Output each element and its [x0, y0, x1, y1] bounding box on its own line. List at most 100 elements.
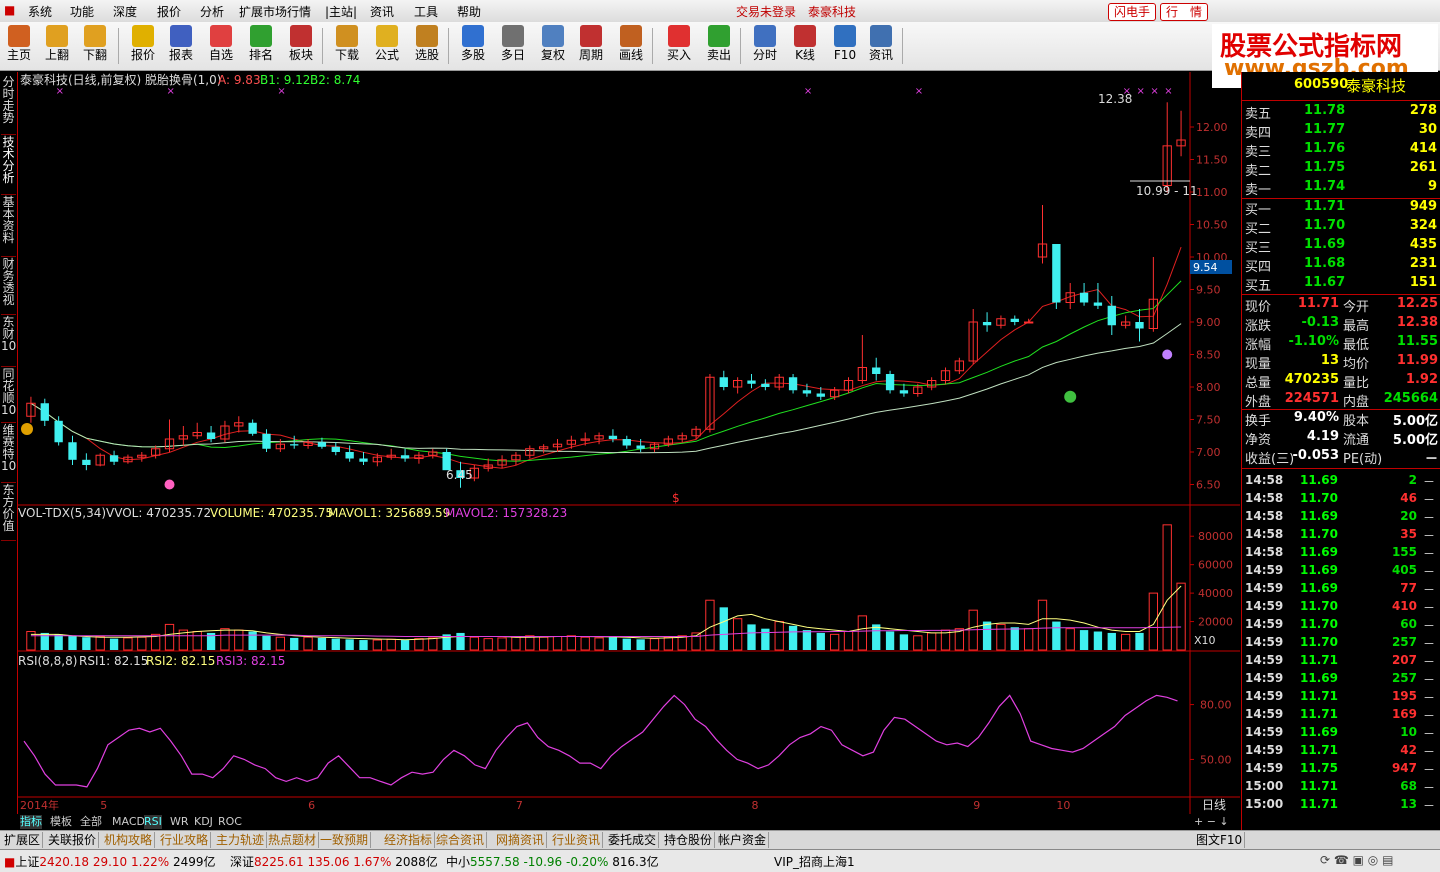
- chart-svg[interactable]: 6.507.007.508.008.509.009.5010.0010.5011…: [18, 72, 1240, 814]
- volume-bar: [829, 633, 840, 651]
- sz-index[interactable]: 深证8225.61 135.06 1.67% 2088亿: [230, 853, 438, 870]
- ask-row-2[interactable]: 卖三 11.76 414: [1242, 140, 1440, 160]
- function-tab-5[interactable]: 热点题材: [266, 832, 320, 848]
- ask-row-4[interactable]: 卖一 11.74 9: [1242, 178, 1440, 198]
- vip-server[interactable]: VIP_招商上海1: [774, 853, 855, 870]
- toolbar-button-5[interactable]: 自选: [202, 24, 240, 68]
- function-tab-0[interactable]: 扩展区: [2, 832, 44, 848]
- left-tab-1[interactable]: 技术分析: [1, 136, 16, 195]
- toolbar-button-18[interactable]: 分时: [746, 24, 784, 68]
- toolbar-button-8[interactable]: 下载: [328, 24, 366, 68]
- left-tab-7[interactable]: 东方价值: [1, 484, 16, 541]
- bid-row-0[interactable]: 买一 11.71 949: [1242, 198, 1440, 218]
- tick-row: 14:59 11.70 257 －: [1242, 634, 1440, 652]
- menu-item-9[interactable]: 帮助: [457, 3, 481, 20]
- function-tab-8[interactable]: 综合资讯: [434, 832, 488, 848]
- menu-item-2[interactable]: 深度: [113, 3, 137, 20]
- toolbar-button-0[interactable]: 主页: [0, 24, 38, 68]
- win-button-0[interactable]: 闪电手: [1108, 3, 1156, 21]
- toolbar-button-14[interactable]: 周期: [572, 24, 610, 68]
- function-tab-6[interactable]: 一致预期: [318, 832, 372, 848]
- bid-row-3[interactable]: 买四 11.68 231: [1242, 255, 1440, 275]
- toolbar-button-1[interactable]: 上翻: [38, 24, 76, 68]
- toolbar-button-9[interactable]: 公式: [368, 24, 406, 68]
- win-button-1[interactable]: 行 情: [1160, 3, 1208, 21]
- toolbar-button-7[interactable]: 板块: [282, 24, 320, 68]
- left-tab-4[interactable]: 东财10: [1, 316, 16, 367]
- function-tab-11[interactable]: 委托成交: [606, 832, 660, 848]
- toolbar-icon-0: [8, 25, 30, 47]
- volume-bar: [414, 638, 424, 651]
- bid-row-2[interactable]: 买三 11.69 435: [1242, 236, 1440, 256]
- f10-button[interactable]: 图文F10: [1194, 832, 1246, 848]
- nav-arrows-icon[interactable]: + − ↓: [1194, 815, 1229, 829]
- ask-row-1[interactable]: 卖四 11.77 30: [1242, 121, 1440, 141]
- tick-volume: 60: [1400, 617, 1417, 631]
- menu-item-1[interactable]: 功能: [70, 3, 94, 20]
- left-tab-5[interactable]: 同花顺10: [1, 368, 16, 423]
- toolbar-button-20[interactable]: F10: [826, 24, 864, 68]
- toolbar-button-10[interactable]: 选股: [408, 24, 446, 68]
- ask-row-0[interactable]: 卖五 11.78 278: [1242, 102, 1440, 122]
- kline-a-value: A: 9.83: [218, 73, 261, 87]
- indicator-tab-0[interactable]: 指标: [20, 815, 42, 829]
- indicator-tab-4[interactable]: RSI: [144, 815, 162, 829]
- toolbar-button-6[interactable]: 排名: [242, 24, 280, 68]
- function-tab-2[interactable]: 机构攻略: [102, 832, 156, 848]
- toolbar-button-17[interactable]: 卖出: [700, 24, 738, 68]
- toolbar-button-4[interactable]: 报表: [162, 24, 200, 68]
- ticks-divider: [1242, 468, 1440, 469]
- function-tab-4[interactable]: 主力轨迹: [214, 832, 268, 848]
- status-icons[interactable]: ⟳ ☎ ▣ ◎ ▤: [1320, 853, 1393, 867]
- menu-item-8[interactable]: 工具: [414, 3, 438, 20]
- moving-average-lines: [30, 246, 1182, 469]
- toolbar-button-3[interactable]: 报价: [124, 24, 162, 68]
- indicator-tab-6[interactable]: KDJ: [194, 815, 213, 829]
- function-tab-12[interactable]: 持仓股份: [662, 832, 716, 848]
- function-tab-3[interactable]: 行业攻略: [158, 832, 212, 848]
- stock-title: 600590 泰豪科技: [1242, 72, 1440, 101]
- function-tab-13[interactable]: 帐户资金: [716, 832, 770, 848]
- toolbar-button-19[interactable]: K线: [786, 24, 824, 68]
- toolbar-button-11[interactable]: 多股: [454, 24, 492, 68]
- bid-row-1[interactable]: 买二 11.70 324: [1242, 217, 1440, 237]
- function-tab-1[interactable]: 关联报价: [46, 832, 100, 848]
- zx-label: 中小: [446, 855, 471, 869]
- sh-index[interactable]: ■上证2420.18 29.10 1.22% 2499亿: [4, 853, 216, 870]
- menu-item-3[interactable]: 报价: [157, 3, 181, 20]
- menu-item-5[interactable]: 扩展市场行情: [239, 3, 311, 20]
- toolbar-button-15[interactable]: 画线: [612, 24, 650, 68]
- bid-row-4[interactable]: 买五 11.67 151: [1242, 274, 1440, 294]
- indicator-tab-3[interactable]: MACD: [112, 815, 145, 829]
- left-tab-6[interactable]: 维赛特10: [1, 424, 16, 483]
- chart-area[interactable]: 6.50 7.00 7.50 8.00 8.50 9.00 9.50 10.00 10.50 11…: [18, 72, 1240, 814]
- ask-row-3[interactable]: 卖二 11.75 261: [1242, 159, 1440, 179]
- menu-item-4[interactable]: 分析: [200, 3, 224, 20]
- candle-body: [1052, 244, 1061, 303]
- toolbar-label-17: 卖出: [706, 48, 731, 62]
- function-tab-9[interactable]: 网摘资讯: [494, 832, 548, 848]
- indicator-tab-1[interactable]: 模板: [50, 815, 72, 829]
- app-icon[interactable]: ■: [4, 3, 15, 17]
- function-tab-7[interactable]: 经济指标: [382, 832, 436, 848]
- left-tab-3[interactable]: 财务透视: [1, 258, 16, 315]
- toolbar-button-2[interactable]: 下翻: [76, 24, 114, 68]
- function-tab-10[interactable]: 行业资讯: [550, 832, 604, 848]
- indicator-tab-7[interactable]: ROC: [218, 815, 242, 829]
- toolbar-button-12[interactable]: 多日: [494, 24, 532, 68]
- toolbar-button-16[interactable]: 买入: [660, 24, 698, 68]
- indicator-tab-5[interactable]: WR: [170, 815, 189, 829]
- menu-item-6[interactable]: |主站|: [325, 3, 357, 20]
- indicator-tab-2[interactable]: 全部: [80, 815, 102, 829]
- toolbar-button-21[interactable]: 资讯: [862, 24, 900, 68]
- bid-label: 买三: [1245, 241, 1272, 256]
- menu-item-7[interactable]: 资讯: [370, 3, 394, 20]
- candle-body: [206, 432, 216, 439]
- price-tick-label-6: 9.50: [1196, 284, 1221, 297]
- tick-price: 11.70: [1300, 491, 1338, 505]
- toolbar-button-13[interactable]: 复权: [534, 24, 572, 68]
- menu-item-0[interactable]: 系统: [28, 3, 52, 20]
- zx-index[interactable]: 中小5557.58 -10.96 -0.20% 816.3亿: [446, 853, 659, 870]
- left-tab-0[interactable]: 分时走势: [1, 76, 16, 135]
- left-tab-2[interactable]: 基本资料: [1, 196, 16, 257]
